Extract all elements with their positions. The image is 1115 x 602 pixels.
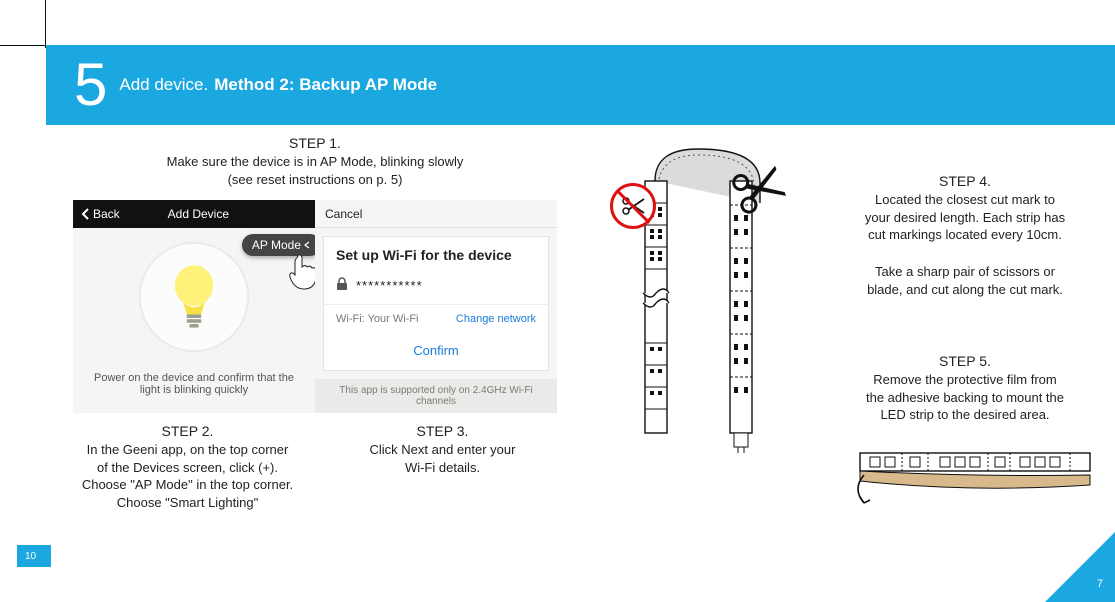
- phone-a-instruction: Power on the device and confirm that the…: [73, 366, 315, 410]
- section-number: 5: [74, 55, 107, 115]
- step-body: Choose "Smart Lighting": [68, 494, 308, 512]
- step-body: Take a sharp pair of scissors or: [830, 263, 1100, 281]
- bottom-steps: STEP 2. In the Geeni app, on the top cor…: [60, 423, 570, 511]
- wifi-card-title: Set up Wi-Fi for the device: [324, 237, 548, 271]
- step-body: Click Next and enter your: [323, 441, 563, 459]
- phone-wifi-setup: Cancel Set up Wi-Fi for the device *****…: [315, 200, 557, 413]
- step-body: your desired length. Each strip has: [830, 209, 1100, 227]
- left-page: STEP 1. Make sure the device is in AP Mo…: [60, 135, 570, 511]
- step-2: STEP 2. In the Geeni app, on the top cor…: [68, 423, 308, 511]
- lightbulb-icon: [170, 264, 218, 331]
- step-4-title: STEP 4.: [830, 173, 1100, 189]
- page-number-right: 7: [1097, 578, 1103, 590]
- confirm-button[interactable]: Confirm: [324, 333, 548, 370]
- cancel-button[interactable]: Cancel: [325, 207, 362, 221]
- section-subtitle: Add device.: [119, 75, 208, 95]
- step-body: Remove the protective film from: [830, 371, 1100, 389]
- page-corner-right: [1045, 532, 1115, 602]
- step-body: Choose "AP Mode" in the top corner.: [68, 476, 308, 494]
- step-5-title: STEP 5.: [830, 353, 1100, 369]
- section-header: 5 Add device. Method 2: Backup AP Mode: [46, 45, 1115, 125]
- change-network-link[interactable]: Change network: [456, 313, 536, 325]
- phone-screens: Back Add Device AP Mode: [60, 200, 570, 413]
- screen-title: Add Device: [168, 207, 229, 221]
- back-button[interactable]: Back: [81, 207, 120, 221]
- step-1: STEP 1. Make sure the device is in AP Mo…: [60, 135, 570, 188]
- step-3: STEP 3. Click Next and enter your Wi-Fi …: [323, 423, 563, 511]
- wifi-note: This app is supported only on 2.4GHz Wi-…: [315, 379, 557, 413]
- step-2-title: STEP 2.: [68, 423, 308, 439]
- password-field[interactable]: ***********: [324, 271, 548, 305]
- password-value: ***********: [356, 278, 423, 293]
- step-body: Wi-Fi details.: [323, 459, 563, 477]
- phone-b-navbar: Cancel: [315, 200, 557, 228]
- step-4: STEP 4. Located the closest cut mark to …: [830, 173, 1100, 244]
- wifi-network-row: Wi-Fi: Your Wi-Fi Change network: [324, 305, 548, 333]
- phone-add-device: Back Add Device AP Mode: [73, 200, 315, 413]
- crop-mark-tl: [0, 0, 48, 48]
- page-left-value: 10: [25, 551, 36, 562]
- step-body: cut markings located every 10cm.: [830, 226, 1100, 244]
- bulb-illustration: AP Mode: [73, 228, 315, 366]
- step-body: the adhesive backing to mount the: [830, 389, 1100, 407]
- tap-hand-icon: [283, 250, 317, 290]
- step-body: In the Geeni app, on the top corner: [68, 441, 308, 459]
- phone-a-navbar: Back Add Device: [73, 200, 315, 228]
- step-4-note: Take a sharp pair of scissors or blade, …: [830, 263, 1100, 298]
- page-number-left: 10: [17, 545, 51, 567]
- step-5: STEP 5. Remove the protective film from …: [830, 353, 1100, 424]
- wifi-label: Wi-Fi: Your Wi-Fi: [336, 313, 419, 325]
- step-1-line: (see reset instructions on p. 5): [60, 171, 570, 189]
- step-body: blade, and cut along the cut mark.: [830, 281, 1100, 299]
- wifi-card: Set up Wi-Fi for the device *********** …: [323, 236, 549, 371]
- no-scissors-icon: [610, 183, 656, 229]
- step-1-title: STEP 1.: [60, 135, 570, 151]
- step-body: of the Devices screen, click (+).: [68, 459, 308, 477]
- peel-backing-illustration: [850, 445, 1100, 515]
- step-1-line: Make sure the device is in AP Mode, blin…: [60, 153, 570, 171]
- section-title: Method 2: Backup AP Mode: [214, 75, 437, 95]
- step-3-title: STEP 3.: [323, 423, 563, 439]
- back-label: Back: [93, 207, 120, 221]
- lock-icon: [336, 277, 348, 294]
- step-body: LED strip to the desired area.: [830, 406, 1100, 424]
- step-body: Located the closest cut mark to: [830, 191, 1100, 209]
